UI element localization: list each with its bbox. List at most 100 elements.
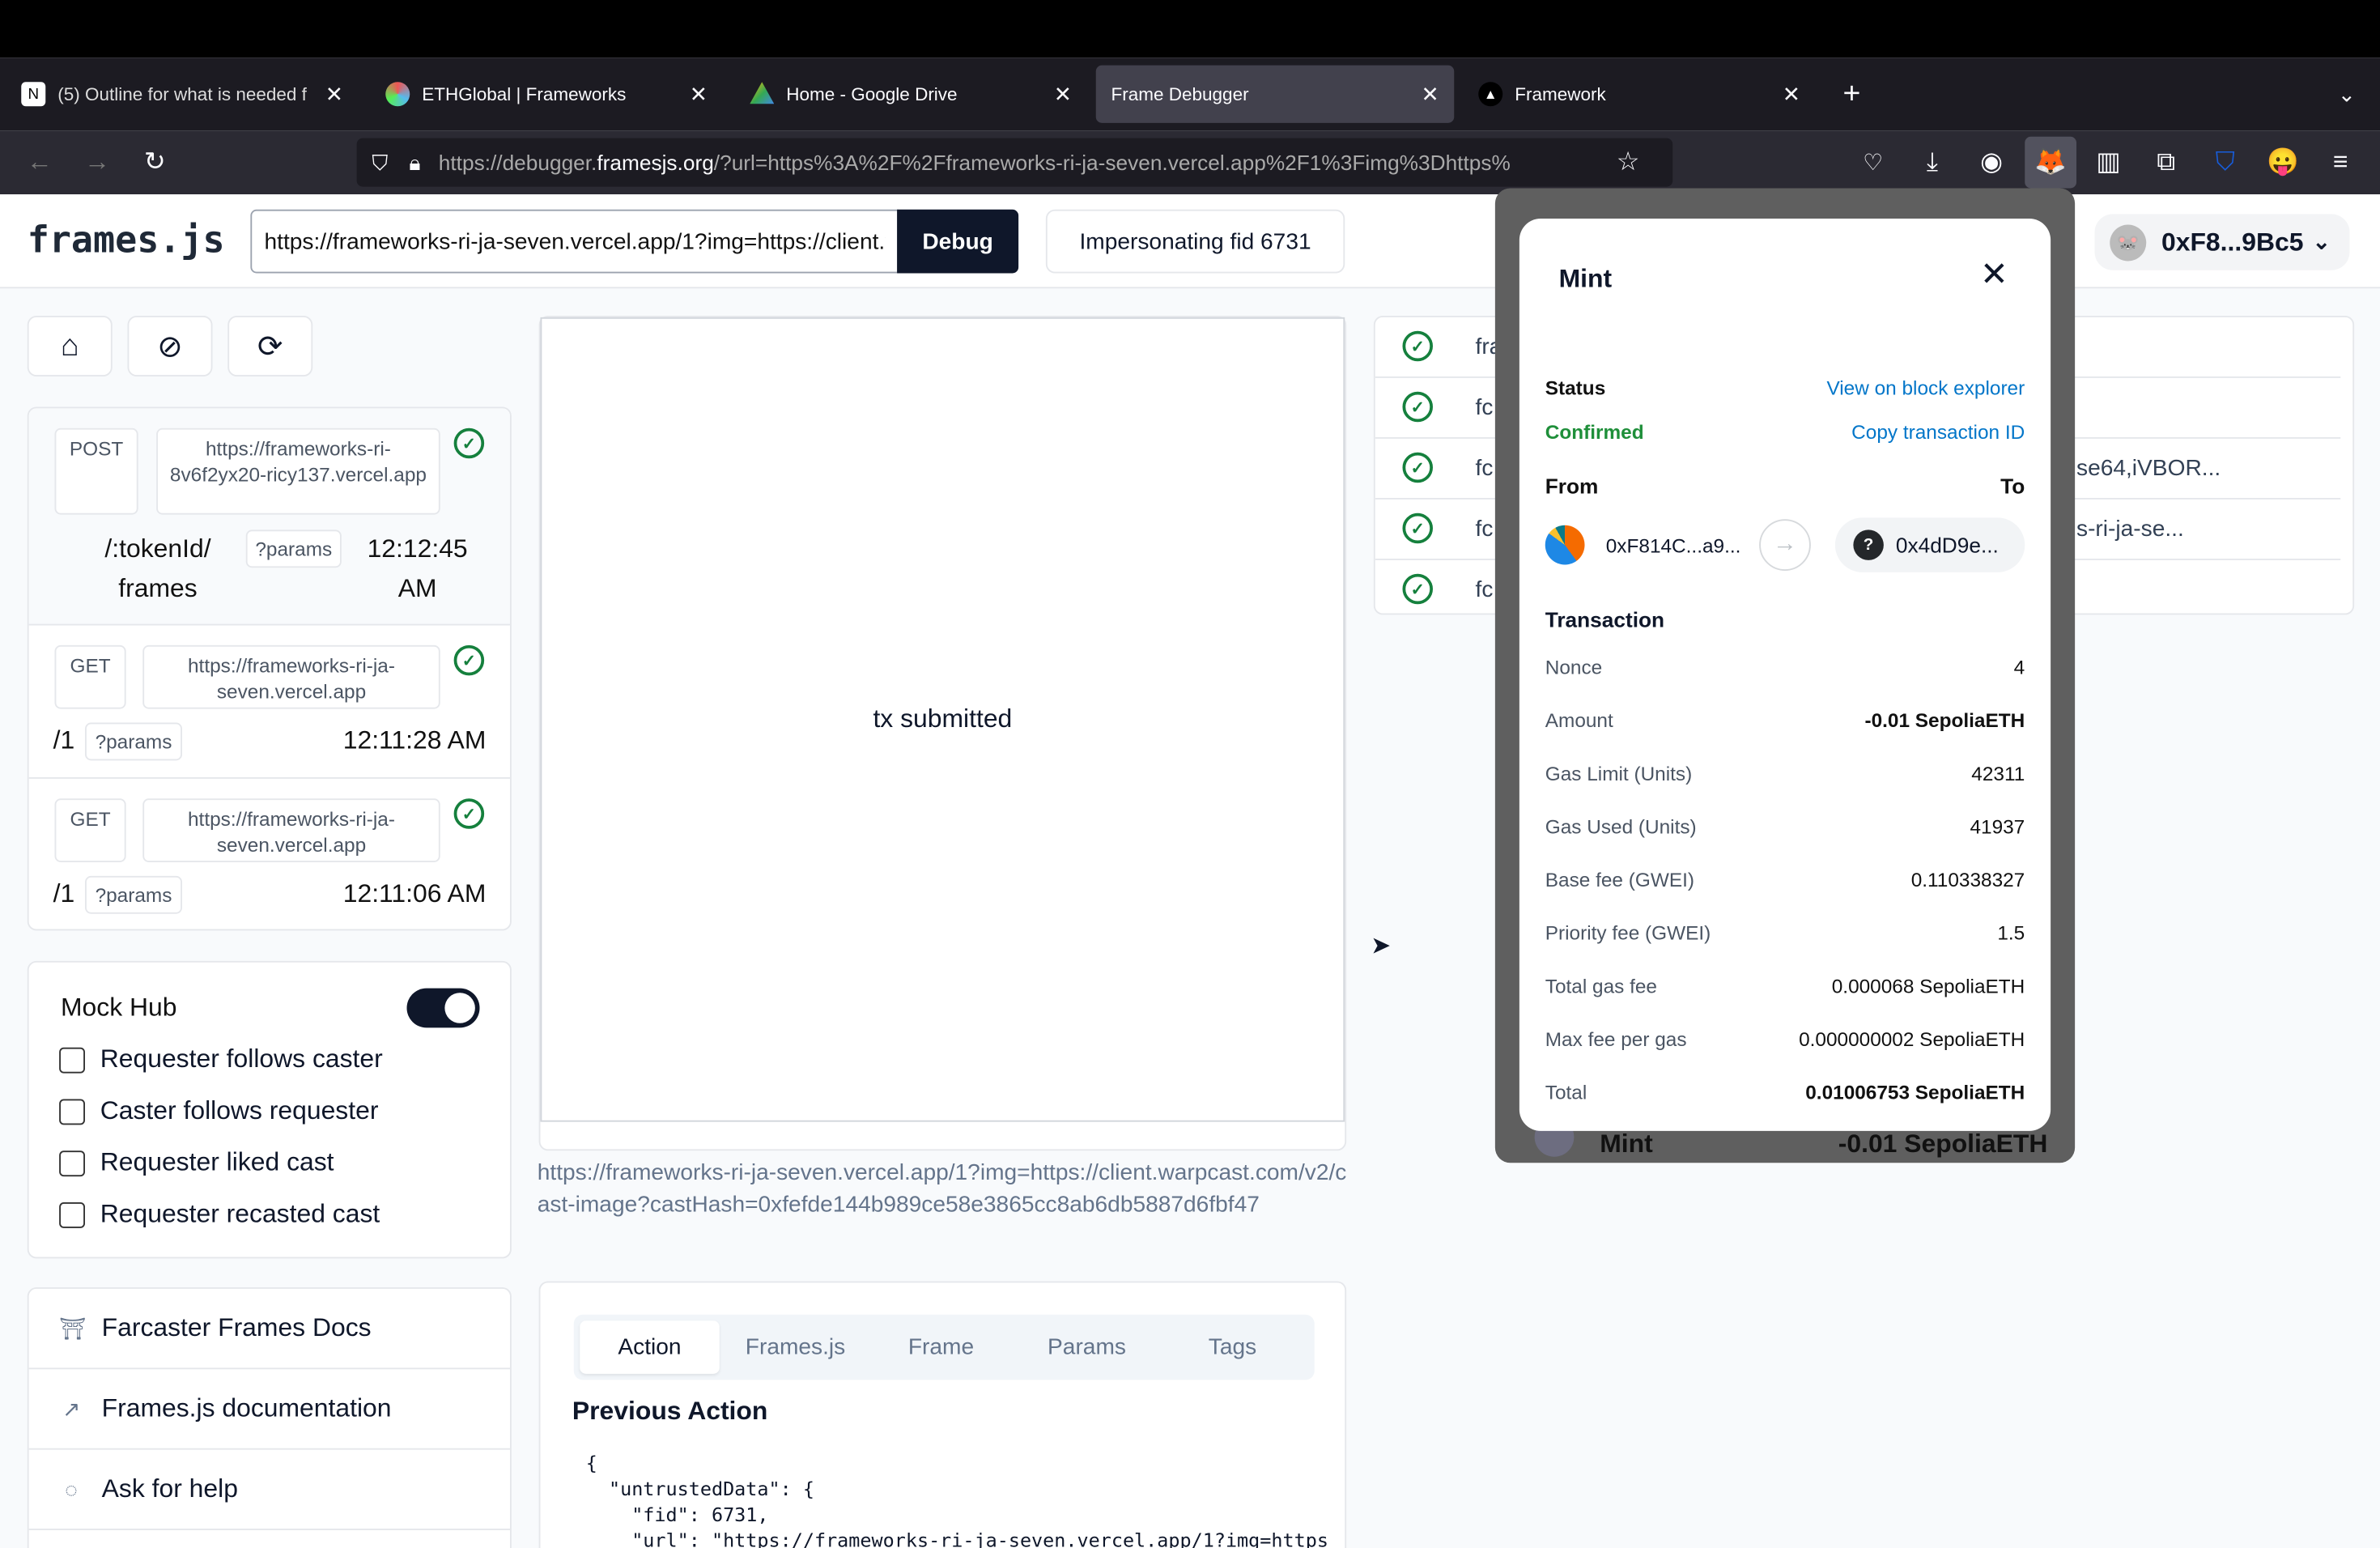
emoji-extension-icon[interactable]: 😛 [2265, 144, 2301, 181]
detail-row: Base fee (GWEI) 0.110338327 [1545, 869, 2025, 891]
arrow-up-right-icon: ↗ [62, 1396, 81, 1421]
account-icon[interactable]: ◉ [1974, 144, 2010, 181]
close-icon[interactable]: ✕ [1421, 81, 1439, 107]
params-badge[interactable]: ?params [85, 722, 182, 761]
url-rest: /?url=https%3A%2F%2Fframeworks-ri-ja-sev… [713, 150, 1511, 175]
from-label: From [1545, 474, 1599, 498]
logo: frames.js [27, 219, 225, 262]
detail-value: 41937 [1970, 814, 2025, 838]
shield-icon[interactable]: ⛉ [372, 150, 388, 176]
detail-value: 0.110338327 [1910, 868, 2025, 891]
debug-button[interactable]: Debug [897, 209, 1019, 274]
request-item[interactable]: GET https://frameworks-ri-ja-seven.verce… [29, 779, 510, 929]
back-icon[interactable]: ← [21, 144, 57, 181]
link-ask-for-help[interactable]: ◌ Ask for help [28, 1450, 510, 1530]
mock-hub-toggle[interactable] [406, 988, 480, 1028]
detail-value: 42311 [1971, 762, 2025, 785]
chevron-down-icon: ⌄ [2312, 229, 2331, 254]
puzzle-icon[interactable]: ⧉ [2148, 144, 2184, 181]
inspector-tabs: Action Frames.js Frame Params Tags [573, 1314, 1315, 1380]
tab-params[interactable]: Params [1017, 1320, 1157, 1374]
view-block-explorer-link[interactable]: View on block explorer [1826, 376, 2025, 399]
detail-label: Total gas fee [1545, 974, 1657, 997]
activity-amount: -0.01 SepoliaETH [1838, 1129, 2048, 1159]
pocket-icon[interactable]: ♡ [1855, 144, 1891, 181]
tab-tags[interactable]: Tags [1162, 1320, 1303, 1374]
detail-row: Nonce 4 [1545, 656, 2025, 678]
mock-hub-panel: Mock Hub Requester follows caster Caster… [27, 960, 512, 1259]
method-badge: GET [54, 798, 126, 862]
close-icon[interactable]: ✕ [690, 81, 708, 107]
mock-hub-label: Mock Hub [61, 993, 177, 1022]
home-button[interactable]: ⌂ [27, 316, 113, 376]
bookmark-star-icon[interactable]: ☆ [1617, 147, 1640, 178]
frame-image[interactable]: tx submitted [540, 317, 1345, 1122]
farcaster-icon: ⛩ [59, 1315, 87, 1340]
url-prefix: https://debugger. [438, 150, 597, 175]
request-item[interactable]: POST https://frameworks-ri-8v6f2yx20-ric… [28, 408, 510, 626]
detail-label: Nonce [1545, 656, 1603, 679]
bitwarden-icon[interactable]: ⛉ [2207, 144, 2243, 181]
link-framesjs-docs[interactable]: ↗ Frames.js documentation [28, 1369, 510, 1450]
tab-frame[interactable]: Frame [871, 1320, 1011, 1374]
params-badge[interactable]: ?params [245, 529, 342, 568]
detail-label: Amount [1545, 708, 1613, 732]
checkbox-requester-recasted-cast[interactable]: Requester recasted cast [59, 1199, 380, 1230]
to-address[interactable]: ? 0x4dD9e... [1834, 517, 2025, 572]
detail-label: Total [1545, 1081, 1587, 1104]
tab-ethglobal[interactable]: ETHGlobal | Frameworks ✕ [371, 66, 723, 123]
frame-url-input[interactable] [250, 209, 899, 274]
chevron-down-icon[interactable]: ⌄ [2328, 76, 2365, 113]
lock-icon: 🔒︎ [409, 149, 421, 174]
tab-framework[interactable]: ▲ Framework ✕ [1464, 66, 1816, 123]
forward-icon[interactable]: → [79, 144, 116, 181]
tab-google-drive[interactable]: Home - Google Drive ✕ [735, 66, 1087, 123]
tab-framesjs[interactable]: Frames.js [725, 1320, 865, 1374]
close-icon[interactable]: ✕ [1783, 81, 1800, 107]
close-icon[interactable]: ✕ [1980, 255, 2008, 295]
checkbox-caster-follows-requester[interactable]: Caster follows requester [59, 1096, 378, 1127]
refresh-button[interactable]: ⟳ [227, 316, 313, 376]
extension-icon[interactable]: ▥ [2090, 144, 2127, 181]
detail-row: Max fee per gas 0.000000002 SepoliaETH [1545, 1027, 2025, 1050]
top-black-bar [0, 0, 2380, 58]
clear-button[interactable]: ⊘ [127, 316, 213, 376]
address-bar[interactable]: ⛉ 🔒︎ https://debugger.framesjs.org/?url=… [356, 138, 1673, 187]
previous-action-heading: Previous Action [572, 1397, 768, 1426]
avatar: 🐭 [2110, 223, 2147, 261]
params-badge[interactable]: ?params [85, 875, 182, 914]
checkbox-requester-liked-cast[interactable]: Requester liked cast [59, 1148, 334, 1179]
method-badge: GET [54, 644, 126, 709]
transaction-heading: Transaction [1545, 607, 1665, 632]
from-address[interactable]: 0xF814C...a9... [1606, 534, 1741, 557]
close-icon[interactable]: ✕ [325, 81, 343, 107]
success-check-icon: ✓ [1402, 330, 1433, 362]
request-host: https://frameworks-ri-ja-seven.vercel.ap… [142, 644, 440, 709]
wallet-button[interactable]: 🐭 0xF8...9Bc5 ⌄ [2094, 214, 2350, 270]
tab-frame-debugger[interactable]: Frame Debugger ✕ [1095, 65, 1455, 123]
request-time: 12:11:06 AM [342, 878, 487, 908]
success-check-icon: ✓ [1402, 391, 1433, 423]
tab-notion[interactable]: N (5) Outline for what is needed f ✕ [6, 66, 359, 123]
copy-transaction-id-link[interactable]: Copy transaction ID [1851, 420, 2025, 443]
links-panel: ⛩ Farcaster Frames Docs ↗ Frames.js docume… [27, 1287, 512, 1548]
new-tab-icon[interactable]: + [1834, 76, 1870, 113]
request-path: /1 [53, 878, 75, 908]
tab-action[interactable]: Action [580, 1320, 720, 1374]
checkbox-requester-follows-caster[interactable]: Requester follows caster [59, 1044, 383, 1075]
refresh-icon: ⟳ [257, 330, 283, 364]
detail-row: Amount -0.01 SepoliaETH [1545, 709, 2025, 732]
impersonate-button[interactable]: Impersonating fid 6731 [1045, 209, 1345, 274]
menu-icon[interactable]: ≡ [2323, 144, 2359, 181]
request-item[interactable]: GET https://frameworks-ri-ja-seven.verce… [28, 626, 510, 779]
metamask-icon[interactable]: 🦊 [2025, 136, 2076, 189]
link-farcaster-docs[interactable]: ⛩ Farcaster Frames Docs [28, 1289, 510, 1370]
detail-row: Priority fee (GWEI) 1.5 [1545, 921, 2025, 944]
reload-icon[interactable]: ↻ [137, 144, 173, 181]
google-drive-icon [750, 82, 775, 104]
vercel-icon: ▲ [1478, 82, 1503, 107]
close-icon[interactable]: ✕ [1054, 81, 1072, 107]
download-icon[interactable]: ⤓ [1914, 144, 1950, 181]
activity-title: Mint [1600, 1129, 1653, 1159]
success-check-icon: ✓ [453, 427, 485, 459]
